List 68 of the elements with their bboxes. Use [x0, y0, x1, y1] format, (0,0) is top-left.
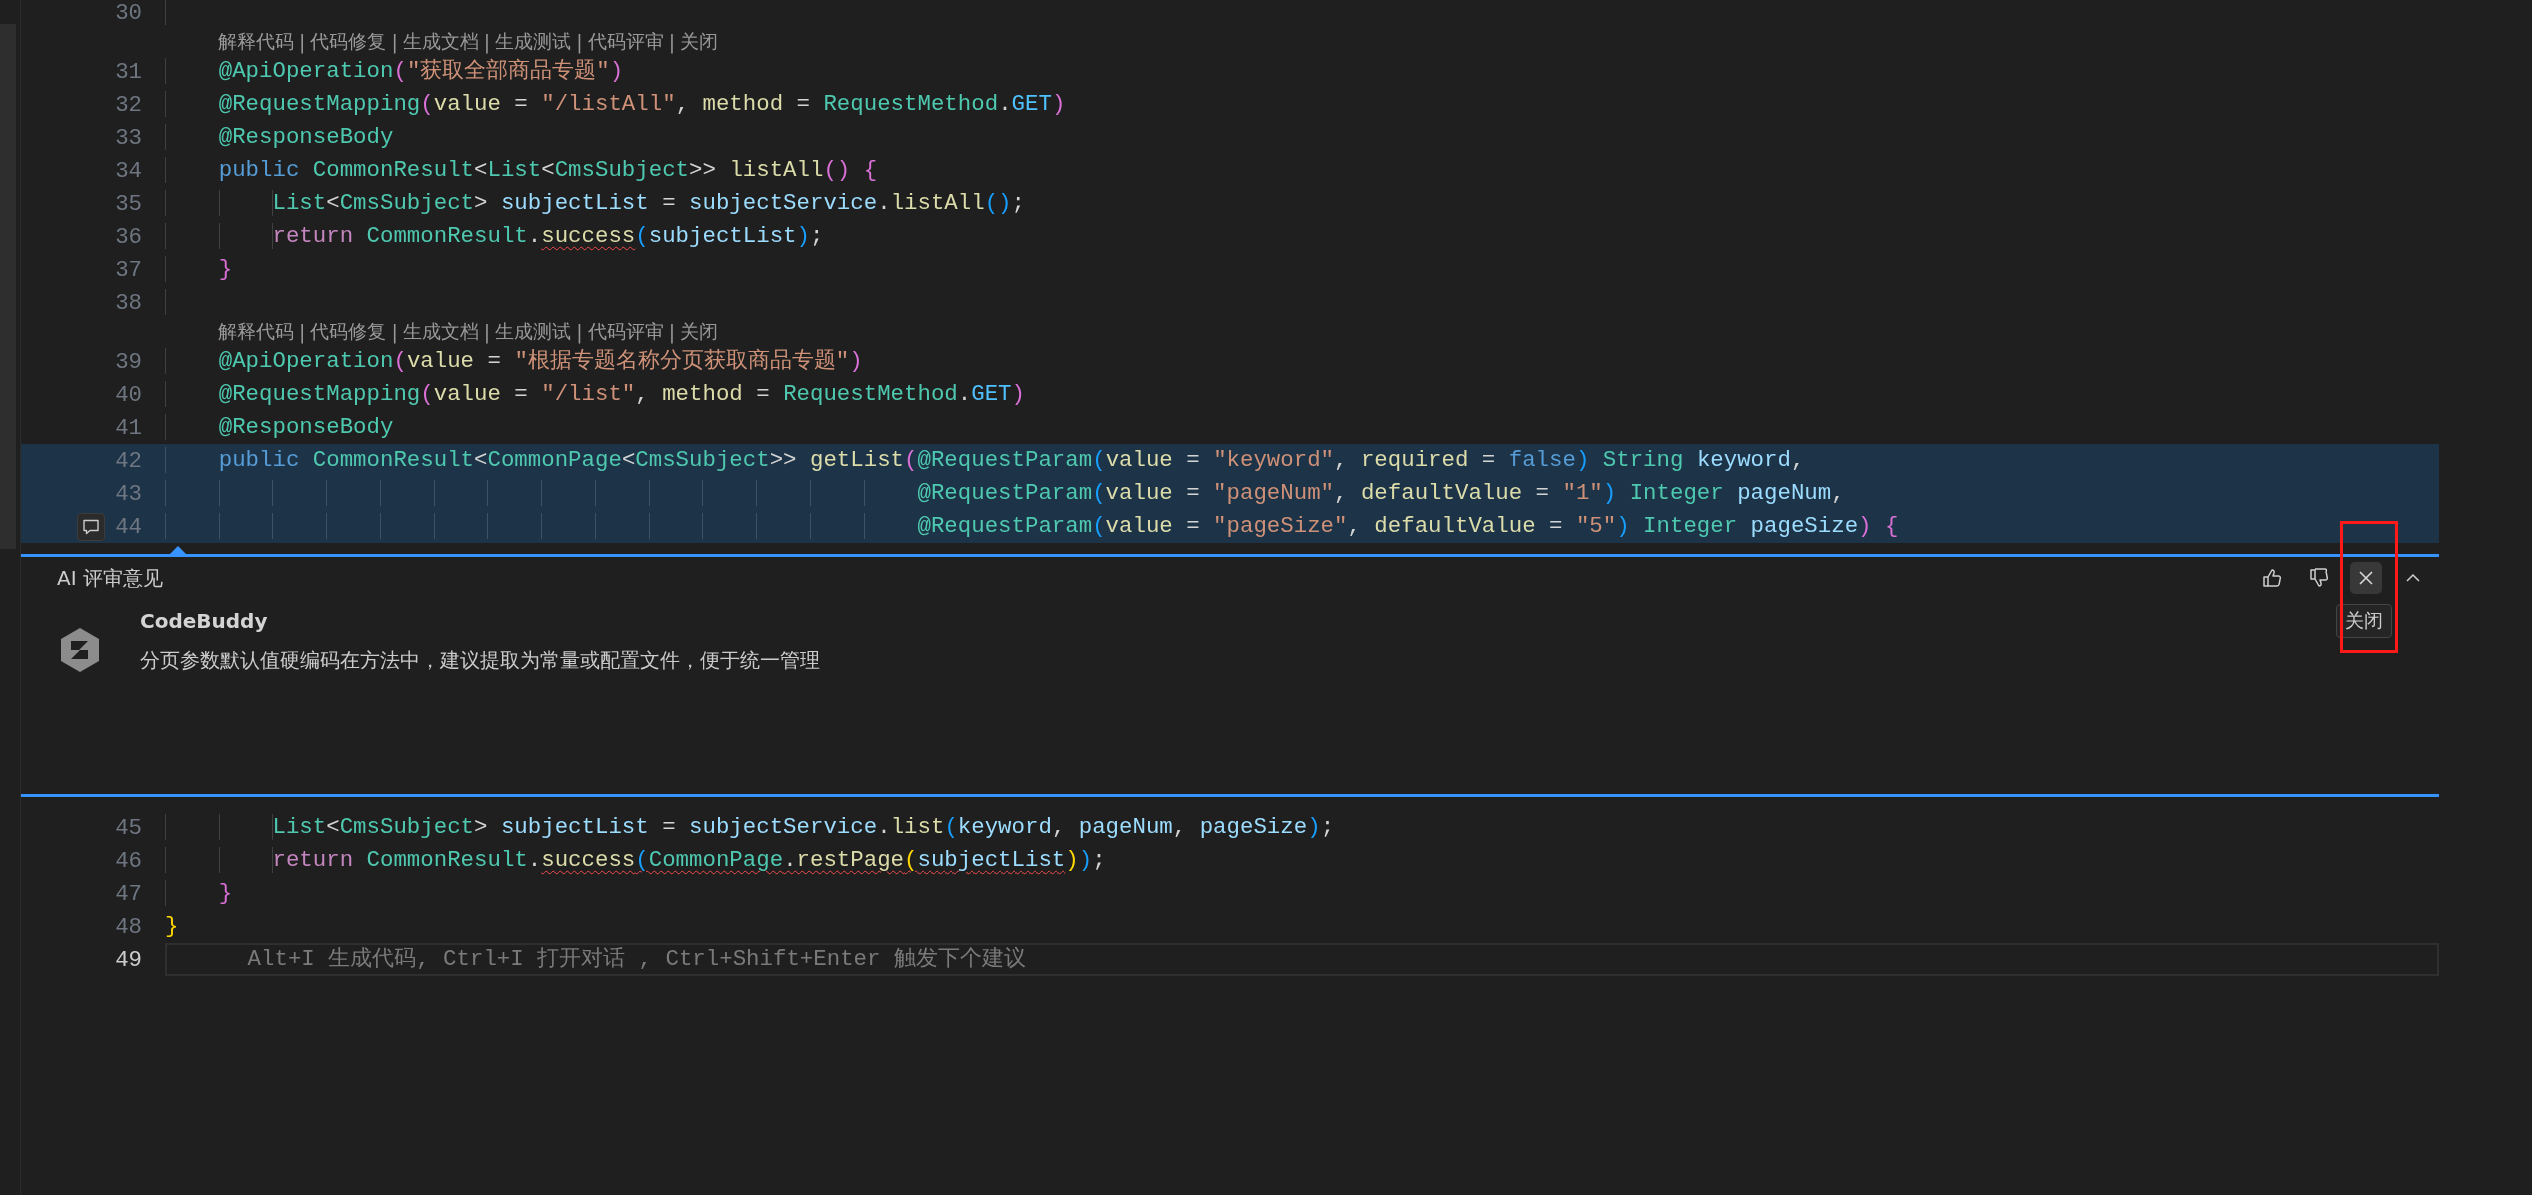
codelens-link[interactable]: 解释代码: [218, 29, 294, 55]
codelens-link[interactable]: 生成文档: [402, 29, 479, 55]
inline-suggestion-hint: Alt+I 生成代码, Ctrl+I 打开对话 , Ctrl+Shift+Enter 触发下个建议: [246, 946, 1026, 972]
line-number: 34: [115, 157, 142, 184]
codelens-link[interactable]: 解释代码: [218, 319, 294, 345]
line-number: 32: [115, 91, 142, 118]
tooltip: 关闭: [2336, 604, 2392, 638]
codelens-link[interactable]: 代码修复: [310, 29, 387, 55]
panel-title: AI 评审意见: [57, 564, 163, 592]
code-line: }: [165, 880, 233, 906]
code-line: return CommonResult.success(subjectList);: [165, 223, 824, 249]
separator: |: [668, 321, 676, 343]
codelens-link[interactable]: 关闭: [680, 29, 719, 55]
separator: |: [299, 31, 306, 53]
code-line: }: [165, 256, 233, 282]
line-number: 39: [115, 348, 142, 375]
separator: |: [668, 31, 676, 53]
codelens-link[interactable]: 代码评审: [587, 29, 664, 55]
line-number: 40: [115, 381, 142, 408]
code-line: @ResponseBody: [165, 124, 394, 150]
line-number: 35: [115, 190, 142, 217]
line-number: 30: [115, 0, 142, 26]
code-line: @ResponseBody: [165, 414, 394, 440]
line-number: 31: [115, 58, 142, 85]
code-line: List<CmsSubject> subjectList = subjectService.listAll();: [165, 190, 1025, 216]
code-line: @RequestParam(value = "pageNum", defaultValue = "1") Integer pageNum,: [165, 480, 1845, 506]
line-number: 41: [115, 414, 142, 441]
separator: |: [576, 31, 583, 53]
code-line: List<CmsSubject> subjectList = subjectService.list(keyword, pageNum, pageSize);: [165, 814, 1335, 840]
code-line: }: [165, 913, 179, 939]
code-line: @ApiOperation(value = "根据专题名称分页获取商品专题"): [165, 348, 863, 374]
separator: |: [576, 321, 583, 343]
codelens-link[interactable]: 代码修复: [310, 319, 387, 345]
separator: |: [299, 321, 306, 343]
code-line: public CommonResult<List<CmsSubject>> listAll() {: [165, 157, 878, 183]
review-message: 分页参数默认值硬编码在方法中，建议提取为常量或配置文件，便于统一管理: [140, 647, 820, 674]
code-line: @RequestParam(value = "pageSize", defaultValue = "5") Integer pageSize) {: [165, 513, 1899, 539]
code-line: @RequestMapping(value = "/listAll", method = RequestMethod.GET): [165, 91, 1066, 117]
line-number: 38: [115, 289, 142, 316]
separator: |: [483, 321, 491, 343]
line-number: 47: [115, 880, 142, 907]
codelens-link[interactable]: 生成测试: [495, 29, 572, 55]
line-number: 42: [115, 447, 142, 474]
codelens-link[interactable]: 生成测试: [495, 319, 572, 345]
codelens-link[interactable]: 生成文档: [402, 319, 479, 345]
separator: |: [391, 321, 398, 343]
separator: |: [391, 31, 398, 53]
line-number: 43: [115, 480, 142, 507]
codelens-link[interactable]: 代码评审: [587, 319, 664, 345]
code-line: public CommonResult<CommonPage<CmsSubject>> getList(@RequestParam(value = "keyword", required = false) String keyword,: [165, 447, 1805, 473]
code-line: return CommonResult.success(CommonPage.restPage(subjectList));: [165, 847, 1106, 873]
line-number: 48: [115, 913, 142, 940]
logo-icon: [59, 627, 101, 673]
close-icon[interactable]: [2350, 562, 2382, 594]
separator: |: [483, 31, 491, 53]
line-number: 36: [115, 223, 142, 250]
comment-button[interactable]: [77, 512, 106, 541]
line-number: 37: [115, 256, 142, 283]
line-number: 33: [115, 124, 142, 151]
line-number: 46: [115, 847, 142, 874]
line-number: 45: [115, 814, 142, 841]
code-line: @RequestMapping(value = "/list", method = RequestMethod.GET): [165, 381, 1025, 407]
codelens-link[interactable]: 关闭: [680, 319, 719, 345]
comment-icon: [82, 517, 101, 536]
line-number: 49: [115, 946, 142, 973]
code-line: @ApiOperation("获取全部商品专题"): [165, 58, 624, 84]
line-number: 44: [115, 513, 142, 540]
author-name: CodeBuddy: [140, 609, 269, 633]
